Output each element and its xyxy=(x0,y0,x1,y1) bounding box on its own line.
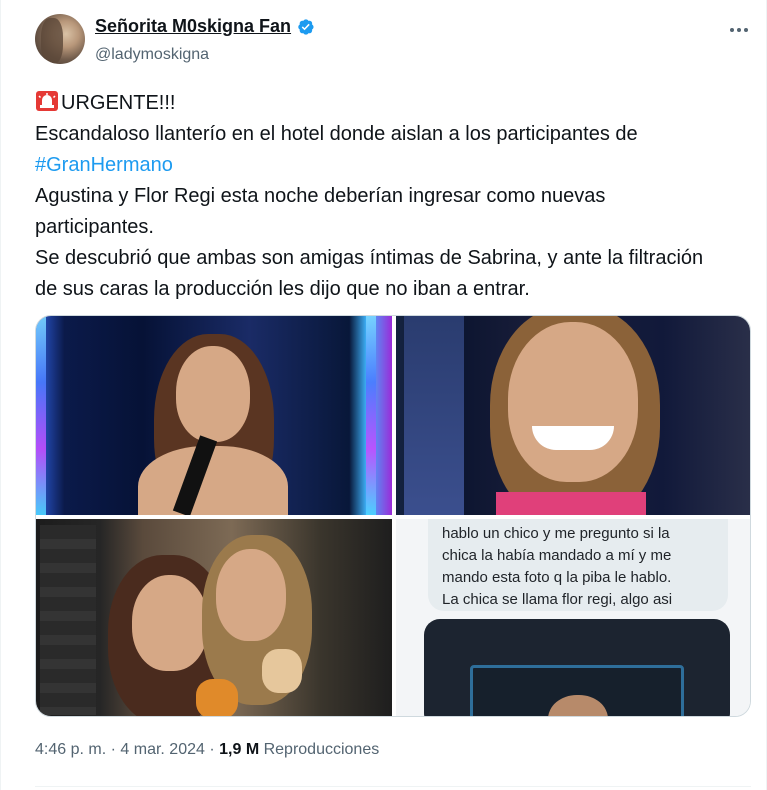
siren-icon xyxy=(35,90,59,112)
views-label: Reproducciones xyxy=(263,741,380,758)
tweet-line: URGENTE!!! xyxy=(35,88,755,119)
more-options-icon[interactable] xyxy=(723,18,755,42)
media-photo-2[interactable] xyxy=(396,316,750,515)
chat-line: chica la había mandado a mí y me xyxy=(442,547,672,564)
media-photo-1[interactable] xyxy=(36,316,392,515)
media-chat-screenshot[interactable]: hablo un chico y me pregunto si la chica… xyxy=(396,519,750,716)
tweet: Señorita M0skigna Fan @ladymoskigna URGE… xyxy=(0,0,767,790)
tweet-line: Escandaloso llanterío en el hotel donde … xyxy=(35,123,638,145)
tweet-date[interactable]: 4 mar. 2024 xyxy=(120,741,205,758)
chat-line: mando esta foto q la piba le hablo. xyxy=(442,569,672,586)
verified-badge-icon xyxy=(295,17,315,37)
hashtag-link[interactable]: #GranHermano xyxy=(35,154,173,176)
author-handle[interactable]: @ladymoskigna xyxy=(95,46,209,64)
author-display-name[interactable]: Señorita M0skigna Fan xyxy=(95,16,291,37)
divider xyxy=(35,786,751,787)
media-grid: hablo un chico y me pregunto si la chica… xyxy=(35,315,751,717)
chat-line: La chica se llama flor regi, algo asi xyxy=(442,591,673,608)
media-photo-3[interactable] xyxy=(36,519,392,716)
chat-line: hablo un chico y me pregunto si la xyxy=(442,525,670,542)
tweet-text: URGENTE!!! Escandaloso llanterío en el h… xyxy=(35,88,755,305)
meta-separator: · xyxy=(110,741,116,758)
author-avatar[interactable] xyxy=(35,14,85,64)
author-name-row: Señorita M0skigna Fan xyxy=(95,16,315,37)
views-count: 1,9 M xyxy=(219,741,260,758)
chat-attached-image xyxy=(424,619,730,716)
tweet-line: #GranHermano xyxy=(35,150,755,181)
tweet-time[interactable]: 4:46 p. m. xyxy=(35,741,106,758)
tweet-meta: 4:46 p. m. · 4 mar. 2024 · 1,9 M Reprodu… xyxy=(35,741,379,759)
tweet-line: de sus caras la producción les dijo que … xyxy=(35,278,530,300)
tweet-line: Agustina y Flor Regi esta noche deberían… xyxy=(35,185,606,207)
tweet-line: Se descubrió que ambas son amigas íntima… xyxy=(35,247,704,269)
chat-message-bubble: hablo un chico y me pregunto si la chica… xyxy=(428,519,728,611)
meta-separator: · xyxy=(209,741,215,758)
tweet-line: participantes. xyxy=(35,216,154,238)
